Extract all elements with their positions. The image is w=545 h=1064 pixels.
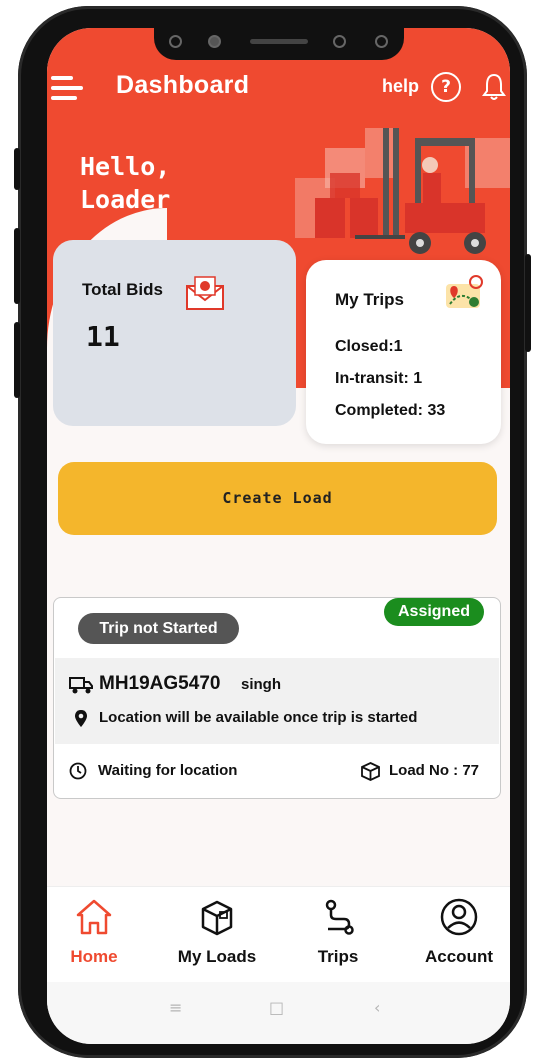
route-icon <box>325 899 354 935</box>
user-icon <box>440 898 478 936</box>
phone-side-button <box>14 148 20 190</box>
help-icon[interactable]: ? <box>431 72 461 102</box>
load-number: Load No : 77 <box>389 762 480 779</box>
bottom-navigation: Home My Loads Trips Account <box>47 886 510 982</box>
system-navigation-bar: ≡ □ ‹ <box>47 982 510 1044</box>
nav-my-loads[interactable]: My Loads <box>162 887 272 982</box>
system-back-button[interactable]: ‹ <box>374 998 380 1017</box>
clock-icon <box>69 762 87 780</box>
trips-closed: Closed:1 <box>335 338 403 355</box>
trips-completed: Completed: 33 <box>335 402 446 419</box>
nav-home-label: Home <box>70 947 118 966</box>
box-icon <box>201 900 233 936</box>
greeting-line-1: Hello, <box>80 152 171 181</box>
system-home-button[interactable]: □ <box>269 998 284 1017</box>
waiting-status: Waiting for location <box>98 762 238 779</box>
assigned-badge: Assigned <box>384 598 484 626</box>
nav-home[interactable]: Home <box>47 887 149 982</box>
nav-account-label: Account <box>425 947 493 966</box>
trips-in-transit: In-transit: 1 <box>335 370 423 387</box>
truck-icon <box>69 677 93 694</box>
location-message: Location will be available once trip is … <box>99 709 418 726</box>
location-pin-icon <box>75 710 87 727</box>
trip-status-badge: Trip not Started <box>78 613 239 644</box>
total-bids-label: Total Bids <box>82 280 163 299</box>
camera-notch <box>154 28 404 60</box>
my-trips-card[interactable]: My Trips Closed:1 In-transit: 1 Complete… <box>306 260 501 444</box>
package-icon <box>361 762 380 781</box>
phone-side-button <box>14 322 20 398</box>
nav-account[interactable]: Account <box>404 887 510 982</box>
page-title: Dashboard <box>116 71 250 99</box>
trip-details: MH19AG5470 singh Location will be availa… <box>55 658 499 744</box>
system-menu-button[interactable]: ≡ <box>169 998 182 1017</box>
help-link[interactable]: help <box>382 76 419 97</box>
nav-my-loads-label: My Loads <box>177 947 257 966</box>
phone-side-button <box>14 228 20 304</box>
vehicle-number: MH19AG5470 <box>99 673 221 694</box>
bell-icon[interactable] <box>482 72 506 102</box>
forklift-illustration <box>295 128 510 254</box>
create-load-button[interactable]: Create Load <box>58 462 497 535</box>
greeting-line-2: Loader <box>80 185 171 214</box>
nav-trips-label: Trips <box>317 947 359 966</box>
phone-power-button <box>525 254 531 352</box>
total-bids-card[interactable]: Total Bids 11 <box>53 240 296 426</box>
my-trips-title: My Trips <box>335 290 404 309</box>
driver-name: singh <box>241 676 281 693</box>
greeting: Hello, Loader <box>80 150 170 216</box>
app-screen: Dashboard help ? Hello, Loader Total Bid… <box>47 28 510 1044</box>
mail-icon <box>186 276 224 310</box>
home-icon <box>76 899 112 935</box>
total-bids-value: 11 <box>86 320 120 353</box>
nav-trips[interactable]: Trips <box>283 887 393 982</box>
route-map-icon <box>446 275 483 308</box>
trip-card[interactable]: Trip not Started Assigned MH19AG5470 sin… <box>53 597 501 799</box>
hamburger-menu-icon[interactable] <box>51 76 85 102</box>
